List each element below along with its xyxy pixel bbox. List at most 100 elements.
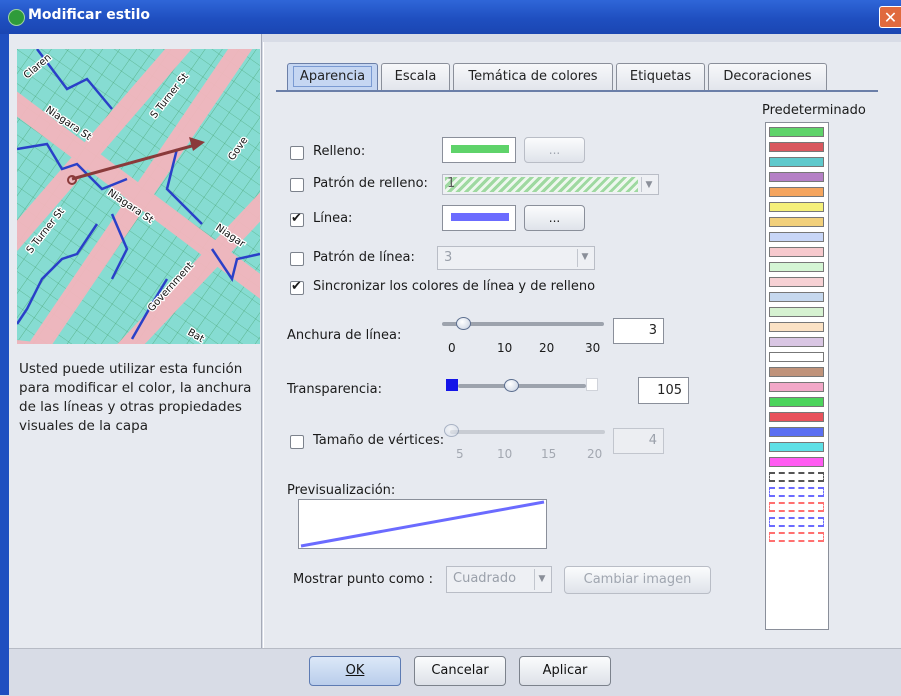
fill-pattern-checkbox[interactable] (290, 178, 304, 192)
palette-swatch[interactable] (769, 517, 824, 527)
line-width-input[interactable]: 3 (613, 318, 664, 344)
window-frame (0, 34, 9, 695)
line-preview (298, 499, 547, 549)
palette-swatch[interactable] (769, 232, 824, 242)
fill-pattern-label: Patrón de relleno: (313, 176, 428, 191)
vertex-size-tick: 10 (497, 447, 513, 461)
fill-pattern-preview (445, 177, 638, 192)
tab-divider (276, 90, 878, 92)
palette-swatch[interactable] (769, 367, 824, 377)
line-width-label: Anchura de línea: (287, 328, 402, 343)
transparency-input[interactable]: 105 (638, 377, 689, 404)
vertex-size-slider[interactable] (450, 430, 605, 434)
vertex-size-tick: 5 (456, 447, 464, 461)
tab-aparencia[interactable]: Aparencia (287, 63, 378, 90)
fill-pattern-dropdown[interactable]: 1 ▼ (442, 174, 659, 195)
palette-swatch[interactable] (769, 472, 824, 482)
fill-color-bar (451, 145, 509, 153)
tab-etiquetas[interactable]: Etiquetas (616, 63, 705, 90)
vertex-size-tick: 20 (587, 447, 603, 461)
point-shape-dropdown[interactable]: Cuadrado ▼ (446, 566, 552, 593)
line-pattern-value: 3 (444, 250, 453, 265)
vertex-size-tick: 15 (541, 447, 557, 461)
palette-swatch[interactable] (769, 412, 824, 422)
line-checkbox[interactable] (290, 211, 304, 227)
transparency-max-color (586, 378, 598, 391)
palette-swatch[interactable] (769, 142, 824, 152)
tab-decoraciones[interactable]: Decoraciones (708, 63, 827, 90)
close-icon: ✕ (883, 8, 898, 27)
ok-button[interactable]: OK (309, 656, 401, 686)
close-button[interactable]: ✕ (879, 6, 901, 28)
fill-checkbox[interactable] (290, 146, 304, 160)
transparency-label: Transparencia: (287, 382, 382, 397)
vertex-size-checkbox[interactable] (290, 435, 304, 449)
line-label: Línea: (313, 211, 353, 226)
apply-button[interactable]: Aplicar (519, 656, 611, 686)
palette-swatch[interactable] (769, 157, 824, 167)
show-point-label: Mostrar punto como : (293, 572, 433, 587)
transparency-min-color (446, 379, 458, 391)
title-bar: Modificar estilo (0, 0, 901, 34)
sync-colors-checkbox[interactable] (290, 279, 304, 295)
point-shape-value: Cuadrado (453, 571, 517, 586)
palette-swatch[interactable] (769, 262, 824, 272)
preview-label: Previsualización: (287, 483, 396, 498)
line-width-tick: 10 (497, 341, 513, 355)
description-text: Usted puede utilizar esta función para m… (19, 361, 252, 434)
ok-label: OK (345, 663, 365, 678)
palette-swatch[interactable] (769, 532, 824, 542)
line-pattern-dropdown[interactable]: 3 ▼ (437, 246, 595, 270)
palette-swatch[interactable] (769, 172, 824, 182)
line-width-slider-thumb[interactable] (456, 317, 471, 330)
cancel-button[interactable]: Cancelar (414, 656, 506, 686)
vertex-size-label: Tamaño de vértices: (313, 433, 445, 448)
palette-swatch[interactable] (769, 217, 824, 227)
fill-color-swatch[interactable] (442, 137, 516, 163)
transparency-slider[interactable] (458, 384, 586, 388)
palette-swatch[interactable] (769, 502, 824, 512)
palette-swatch[interactable] (769, 292, 824, 302)
map-preview: Claren S Turner St Niagara St Niagara St… (17, 49, 260, 344)
color-palette-list[interactable] (765, 122, 829, 630)
line-pattern-checkbox[interactable] (290, 252, 304, 266)
transparency-slider-thumb[interactable] (503, 379, 519, 392)
sync-colors-label: Sincronizar los colores de línea y de re… (313, 279, 596, 294)
palette-swatch[interactable] (769, 307, 824, 317)
palette-swatch[interactable] (769, 352, 824, 362)
tab-escala[interactable]: Escala (381, 63, 450, 90)
palette-swatch[interactable] (769, 397, 824, 407)
line-color-bar (451, 213, 509, 221)
tab-tematica-colores[interactable]: Temática de colores (453, 63, 613, 90)
fill-color-button[interactable]: ... (524, 137, 585, 163)
palette-swatch[interactable] (769, 277, 824, 287)
palette-swatch[interactable] (769, 382, 824, 392)
fill-label: Relleno: (313, 144, 366, 159)
palette-swatch[interactable] (769, 322, 824, 332)
palette-swatch[interactable] (769, 427, 824, 437)
line-width-tick: 0 (448, 341, 456, 355)
palette-swatch[interactable] (769, 442, 824, 452)
palette-swatch[interactable] (769, 202, 824, 212)
line-color-swatch[interactable] (442, 205, 516, 231)
line-pattern-label: Patrón de línea: (313, 250, 415, 265)
line-color-button[interactable]: ... (524, 205, 585, 231)
palette-swatch[interactable] (769, 487, 824, 497)
chevron-down-icon: ▼ (534, 569, 549, 590)
line-width-tick: 20 (539, 341, 555, 355)
window-title: Modificar estilo (28, 7, 151, 23)
app-icon (8, 9, 25, 26)
vertex-size-slider-thumb[interactable] (444, 424, 459, 437)
palette-swatch[interactable] (769, 337, 824, 347)
fill-pattern-value: 1 (447, 176, 456, 191)
tab-label: Aparencia (292, 66, 373, 87)
chevron-down-icon: ▼ (577, 249, 592, 267)
palette-swatch[interactable] (769, 187, 824, 197)
palette-title: Predeterminado (762, 103, 866, 118)
chevron-down-icon: ▼ (641, 177, 656, 192)
palette-swatch[interactable] (769, 247, 824, 257)
vertex-size-input[interactable]: 4 (613, 428, 664, 454)
change-image-button[interactable]: Cambiar imagen (564, 566, 711, 594)
palette-swatch[interactable] (769, 127, 824, 137)
palette-swatch[interactable] (769, 457, 824, 467)
